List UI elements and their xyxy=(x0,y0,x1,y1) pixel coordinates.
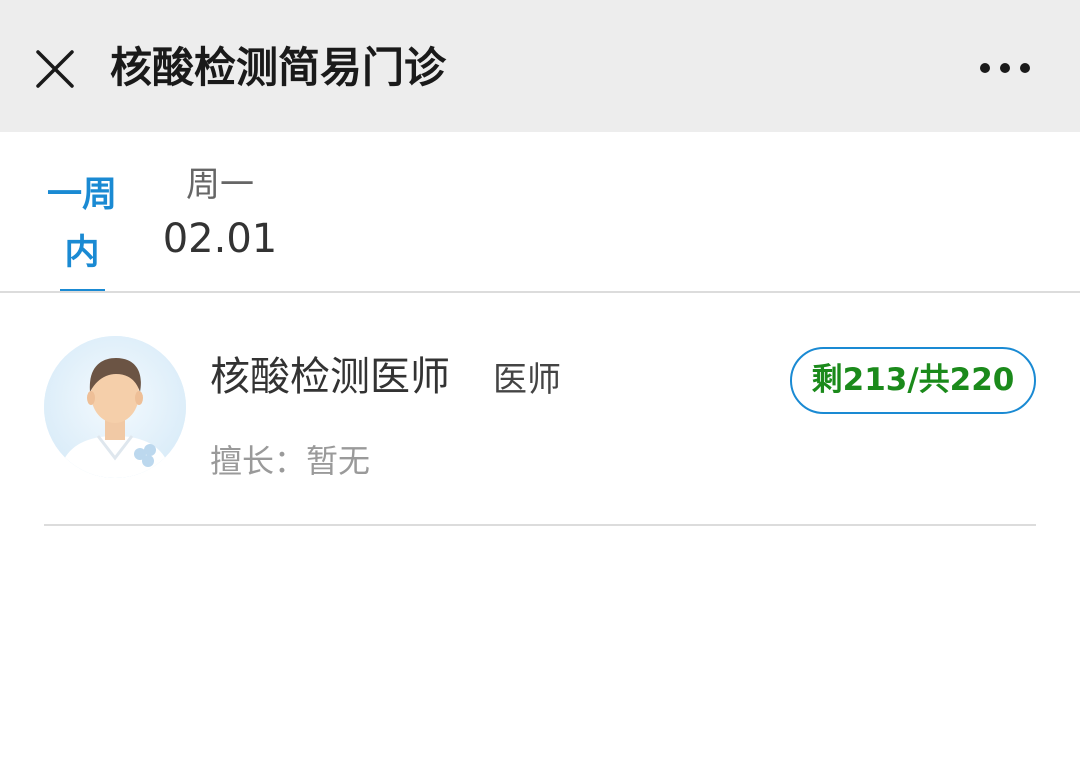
date-tabs: 一周内 周一 02.01 xyxy=(0,132,1080,292)
title-bar: 核酸检测简易门诊 xyxy=(0,0,1080,132)
close-icon[interactable] xyxy=(30,44,80,94)
doctor-specialty: 擅长：暂无 xyxy=(210,442,371,480)
more-icon[interactable] xyxy=(972,50,1038,86)
doctor-title: 医师 xyxy=(493,360,561,400)
doctor-card[interactable]: 核酸检测医师 医师 擅长：暂无 剩213/共220 xyxy=(0,293,1080,528)
divider xyxy=(44,524,1036,526)
tab-date: 02.01 xyxy=(162,216,278,262)
page-title: 核酸检测简易门诊 xyxy=(110,43,447,92)
tab-weekday: 周一 xyxy=(186,165,254,205)
tab-week[interactable]: 一周内 xyxy=(40,166,124,282)
tab-day-monday[interactable]: 周一 02.01 xyxy=(160,162,280,268)
doctor-avatar xyxy=(44,336,186,478)
doctor-name: 核酸检测医师 xyxy=(210,354,450,400)
quota-badge[interactable]: 剩213/共220 xyxy=(790,347,1036,414)
